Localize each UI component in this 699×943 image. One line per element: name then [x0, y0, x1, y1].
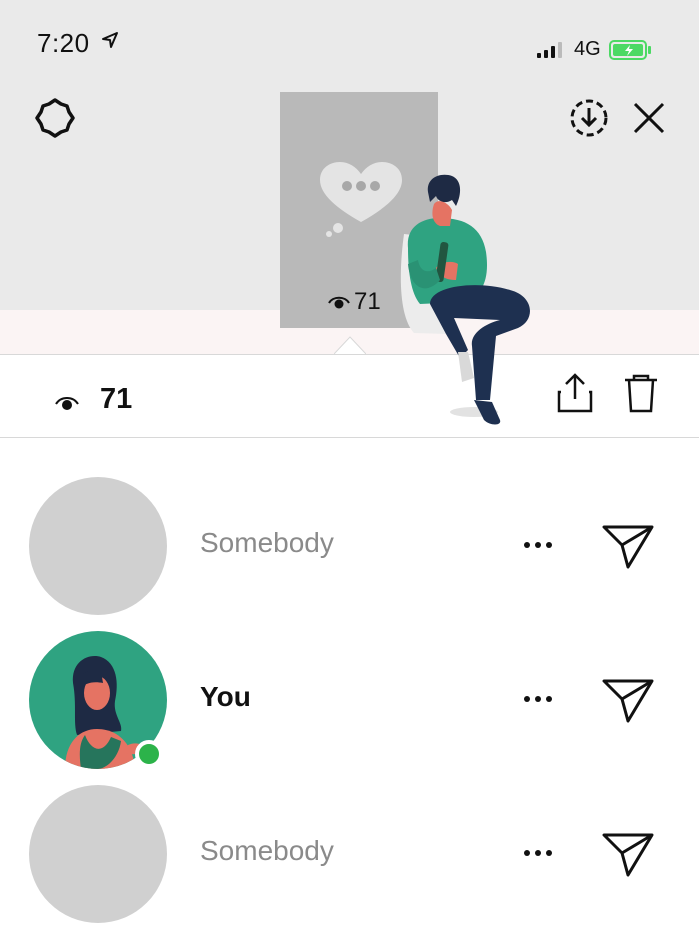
close-icon[interactable] — [632, 101, 666, 135]
viewer-name: Somebody — [200, 527, 334, 558]
viewer-row[interactable]: Somebody — [0, 745, 699, 923]
sitting-person-illustration — [400, 174, 530, 425]
send-message-icon[interactable] — [600, 831, 656, 879]
share-icon[interactable] — [556, 372, 594, 414]
more-options-icon[interactable] — [524, 850, 552, 856]
signal-strength-icon — [537, 41, 562, 58]
download-icon[interactable] — [568, 97, 610, 139]
network-label: 4G — [574, 38, 601, 60]
viewer-name: Somebody — [200, 835, 334, 866]
preview-pointer-caret — [334, 336, 366, 354]
eye-icon — [55, 397, 79, 410]
viewer-name-self: You — [200, 681, 251, 712]
send-message-icon[interactable] — [600, 677, 656, 725]
battery-icon — [608, 39, 651, 60]
viewer-list: Somebody You Somebody — [0, 437, 699, 943]
delete-trash-icon[interactable] — [622, 372, 660, 414]
view-count[interactable]: 71 — [100, 383, 132, 416]
settings-gear-icon[interactable] — [35, 98, 75, 138]
status-time: 7:20 — [37, 28, 90, 58]
online-status-indicator — [135, 740, 163, 768]
send-message-icon[interactable] — [600, 523, 656, 571]
more-options-icon[interactable] — [524, 696, 552, 702]
eye-icon — [328, 296, 350, 309]
more-options-icon[interactable] — [524, 542, 552, 548]
preview-view-count: 71 — [328, 288, 381, 316]
preview-view-count-number: 71 — [354, 288, 381, 315]
viewer-row[interactable]: Somebody — [0, 437, 699, 615]
avatar-placeholder — [29, 785, 167, 923]
viewer-row[interactable]: You — [0, 591, 699, 769]
location-arrow-icon — [102, 32, 118, 48]
status-indicators: 4G — [537, 38, 653, 61]
